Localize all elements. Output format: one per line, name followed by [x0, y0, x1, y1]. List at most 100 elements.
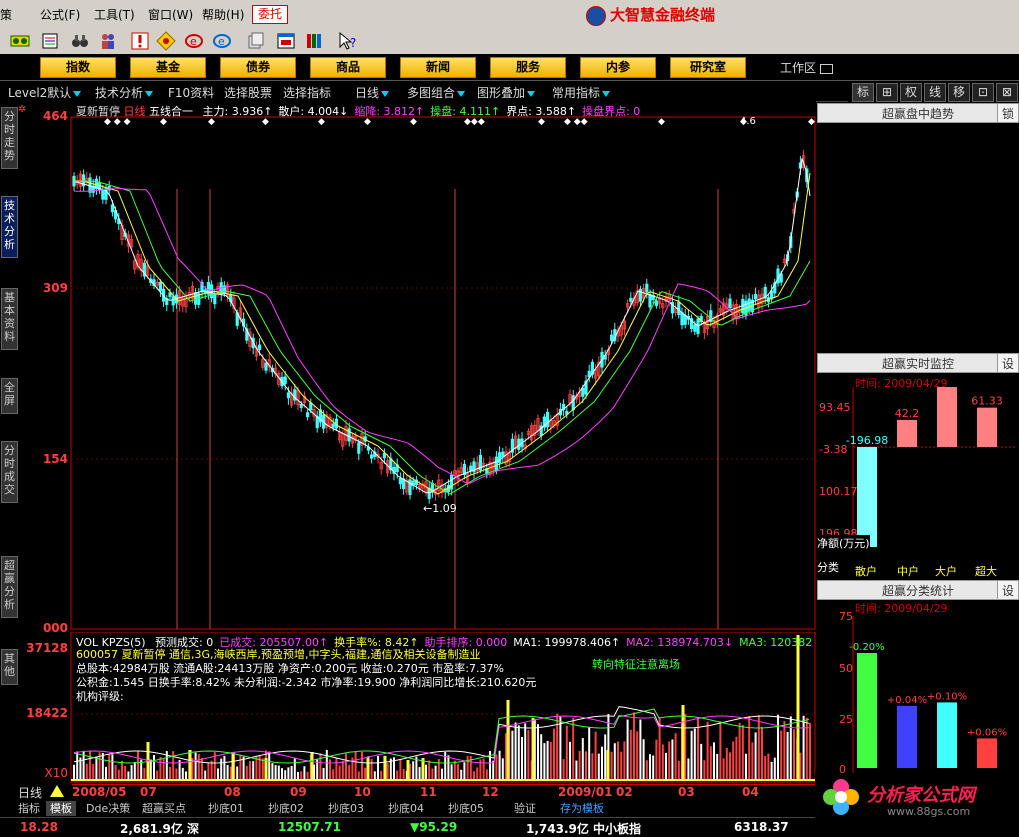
- period-indicator[interactable]: 日线: [0, 784, 72, 800]
- tab-dde[interactable]: Dde决策: [82, 801, 134, 816]
- tab-expand[interactable]: ⊡: [972, 83, 994, 102]
- tab-verify[interactable]: 验证: [510, 801, 540, 816]
- binoculars-icon[interactable]: [70, 31, 90, 51]
- volume-bar: [540, 734, 543, 780]
- lock-button[interactable]: 锁: [997, 104, 1018, 122]
- nav-fund-button[interactable]: 基金: [130, 57, 206, 78]
- select-indicator-button[interactable]: 选择指标: [283, 84, 331, 101]
- volume-bar: [239, 755, 242, 780]
- stats-settings-button[interactable]: 设: [997, 581, 1018, 599]
- select-stock-button[interactable]: 选择股票: [224, 84, 272, 101]
- browser-icon[interactable]: e: [212, 31, 232, 51]
- tab-mark[interactable]: 标: [852, 83, 874, 102]
- tab-super-analysis[interactable]: 超赢分析: [1, 556, 18, 618]
- volume-bar: [460, 769, 463, 780]
- tab-close[interactable]: ⊠: [996, 83, 1018, 102]
- menu-item-tools[interactable]: 工具(T): [94, 6, 135, 23]
- alert-icon[interactable]: [130, 31, 150, 51]
- ie-icon[interactable]: e: [184, 31, 204, 51]
- market-overview-icon[interactable]: [10, 31, 30, 51]
- nav-research-button[interactable]: 研究室: [670, 57, 746, 78]
- copy-icon[interactable]: [246, 31, 266, 51]
- nav-index-button[interactable]: 指数: [40, 57, 116, 78]
- tab-basic-info[interactable]: 基本资料: [1, 288, 18, 350]
- tab-technical[interactable]: 技术分析: [1, 196, 18, 258]
- tab-bottom-03[interactable]: 抄底03: [324, 801, 368, 816]
- stats-panel-title: 超赢分类统计 设: [817, 580, 1019, 600]
- save-template-button[interactable]: 存为模板: [556, 801, 608, 816]
- tab-bottom-05[interactable]: 抄底05: [444, 801, 488, 816]
- window-icon[interactable]: [276, 31, 296, 51]
- toolbar: e e ?: [0, 28, 1019, 55]
- volume-bar: [335, 757, 338, 780]
- nav-bond-button[interactable]: 债券: [220, 57, 296, 78]
- help-cursor-icon[interactable]: ?: [338, 31, 358, 51]
- books-icon[interactable]: [304, 31, 324, 51]
- tab-line[interactable]: 线: [924, 83, 946, 102]
- volume-bar: [559, 716, 562, 780]
- tab-indicator[interactable]: 指标: [14, 801, 44, 816]
- candle-body: [213, 293, 217, 305]
- common-indicator-dropdown[interactable]: 常用指标: [552, 84, 611, 101]
- tab-bottom-04[interactable]: 抄底04: [384, 801, 428, 816]
- volume-bar: [485, 769, 488, 780]
- nav-commodity-button[interactable]: 商品: [310, 57, 386, 78]
- monitor-bar: [897, 419, 917, 447]
- tab-bottom-02[interactable]: 抄底02: [264, 801, 308, 816]
- nav-news-button[interactable]: 新闻: [400, 57, 476, 78]
- volume-bar: [453, 760, 456, 780]
- nav-insider-button[interactable]: 内参: [580, 57, 656, 78]
- dropdown-arrow-icon: [145, 90, 154, 97]
- turnover-spike: [383, 756, 387, 780]
- multi-chart-dropdown[interactable]: 多图组合: [407, 84, 466, 101]
- tab-intraday[interactable]: 分时走势: [1, 107, 18, 169]
- diamond-icon[interactable]: [156, 31, 176, 51]
- volume-bar: [476, 767, 479, 780]
- level2-default-dropdown[interactable]: Level2默认: [8, 84, 82, 101]
- tab-fullscreen[interactable]: 全屏: [1, 378, 18, 414]
- volume-bar: [709, 746, 712, 780]
- date-label: 10: [354, 785, 371, 799]
- svg-text:◆: ◆: [658, 117, 665, 127]
- volume-bar: [610, 751, 613, 780]
- tab-other[interactable]: 其他: [1, 649, 18, 685]
- menu-item-help[interactable]: 帮助(H): [202, 6, 244, 23]
- period-dropdown[interactable]: 日线: [355, 84, 390, 101]
- menu-item-formula[interactable]: 公式(F): [40, 6, 80, 23]
- tab-buy-point[interactable]: 超赢买点: [138, 801, 190, 816]
- volume-bar: [473, 771, 475, 780]
- settings-gear-icon[interactable]: ✲: [18, 104, 26, 115]
- monitor-bar: [857, 447, 877, 547]
- tab-grid[interactable]: ⊞: [876, 83, 898, 102]
- volume-bar: [482, 758, 485, 780]
- candle-body: [264, 362, 268, 371]
- nav-service-button[interactable]: 服务: [490, 57, 566, 78]
- volume-bar: [297, 771, 299, 780]
- volume-bar: [693, 728, 696, 780]
- tab-move[interactable]: 移: [948, 83, 970, 102]
- weituo-button[interactable]: 委托: [252, 5, 288, 24]
- info-line-2: 总股本:42984万股 流通A股:24413万股 净资产:0.200元 收益:0…: [76, 662, 504, 675]
- volume-bar: [361, 751, 363, 780]
- kline-chart[interactable]: ◆ ◆ ◆ ◆ ◆ ◆ ◆ ◆ ◆ ◆◆◆ ◆ ◆ ◆◆ ◆ ◆ ◆ 4.6 ←1.09: [18, 101, 816, 631]
- monitor-bar-label: 42.2: [895, 407, 920, 420]
- volume-bar: [271, 763, 274, 780]
- tab-template[interactable]: 模板: [46, 801, 76, 816]
- overlay-dropdown[interactable]: 图形叠加: [477, 84, 536, 101]
- tab-trades[interactable]: 分时成交: [1, 441, 18, 503]
- tech-analysis-dropdown[interactable]: 技术分析: [95, 84, 154, 101]
- volume-bar: [341, 760, 344, 780]
- list-icon[interactable]: [40, 31, 60, 51]
- people-icon[interactable]: [98, 31, 118, 51]
- monitor-settings-button[interactable]: 设: [997, 354, 1018, 372]
- volume-bar: [268, 751, 271, 780]
- volume-bar: [553, 728, 555, 780]
- menu-item-strategy[interactable]: 策: [0, 6, 12, 23]
- f10-button[interactable]: F10资料: [168, 84, 214, 101]
- candle-body: [369, 454, 374, 459]
- tab-rights[interactable]: 权: [900, 83, 922, 102]
- volume-bar: [210, 760, 213, 780]
- workarea-menu[interactable]: 工作区: [780, 59, 833, 76]
- tab-bottom-01[interactable]: 抄底01: [204, 801, 248, 816]
- menu-item-window[interactable]: 窗口(W): [148, 6, 193, 23]
